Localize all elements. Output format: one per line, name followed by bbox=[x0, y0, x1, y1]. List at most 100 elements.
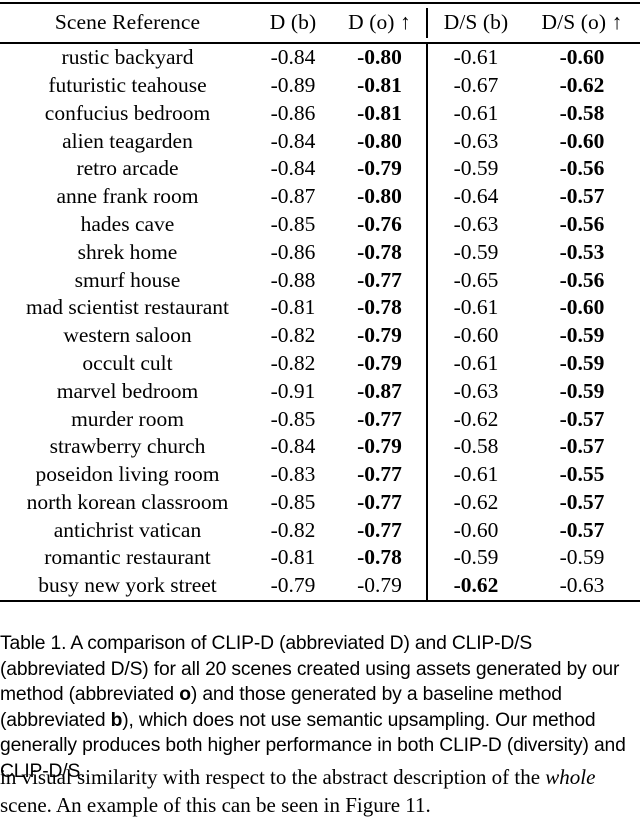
ds-baseline-cell: -0.61 bbox=[453, 295, 499, 320]
ds-ours-cell: -0.59 bbox=[559, 350, 605, 375]
ds-ours-cell: -0.57 bbox=[559, 184, 605, 209]
scene-name-cell: busy new york street bbox=[38, 573, 217, 598]
d-baseline-cell: -0.79 bbox=[270, 573, 316, 598]
scene-name-cell: rustic backyard bbox=[61, 45, 194, 70]
column-header-scene: Scene Reference bbox=[54, 10, 201, 35]
d-baseline-cell: -0.87 bbox=[270, 184, 316, 209]
ds-baseline-cell: -0.59 bbox=[453, 156, 499, 181]
scene-name-cell: hades cave bbox=[80, 211, 175, 236]
ds-ours-cell: -0.57 bbox=[559, 489, 605, 514]
scene-name-cell: north korean classroom bbox=[26, 489, 229, 514]
scene-name-cell: shrek home bbox=[77, 239, 178, 264]
d-baseline-cell: -0.82 bbox=[270, 517, 316, 542]
ds-ours-cell: -0.58 bbox=[559, 100, 605, 125]
ds-ours-cell: -0.56 bbox=[559, 156, 605, 181]
ds-ours-cell: -0.59 bbox=[559, 323, 605, 348]
table-row: rustic backyard -0.84 -0.80 -0.61 -0.60 bbox=[0, 44, 640, 73]
ds-ours-cell: -0.59 bbox=[559, 378, 605, 403]
d-ours-cell: -0.76 bbox=[331, 209, 428, 240]
d-ours-cell: -0.77 bbox=[331, 265, 428, 295]
d-baseline-cell: -0.84 bbox=[270, 156, 316, 181]
table-row: hades cave -0.85 -0.76 -0.63 -0.56 bbox=[0, 209, 640, 240]
table-row: western saloon -0.82 -0.79 -0.60 -0.59 bbox=[0, 320, 640, 351]
d-baseline-cell: -0.84 bbox=[270, 434, 316, 459]
table-body: rustic backyard -0.84 -0.80 -0.61 -0.60 futur… bbox=[0, 44, 640, 600]
d-baseline-cell: -0.89 bbox=[270, 72, 316, 97]
d-baseline-cell: -0.85 bbox=[270, 211, 316, 236]
scene-name-cell: confucius bedroom bbox=[44, 100, 211, 125]
table-header: Scene Reference D (b) D (o) ↑ D/S (b) D/… bbox=[0, 4, 640, 42]
table-row: anne frank room -0.87 -0.80 -0.64 -0.57 bbox=[0, 181, 640, 212]
ds-baseline-cell: -0.64 bbox=[453, 184, 499, 209]
ds-baseline-cell: -0.60 bbox=[453, 517, 499, 542]
d-ours-cell: -0.79 bbox=[331, 320, 428, 351]
ds-baseline-cell: -0.61 bbox=[453, 100, 499, 125]
ds-baseline-cell: -0.58 bbox=[453, 434, 499, 459]
d-baseline-cell: -0.82 bbox=[270, 323, 316, 348]
ds-baseline-cell: -0.63 bbox=[453, 378, 499, 403]
d-baseline-cell: -0.86 bbox=[270, 100, 316, 125]
d-baseline-cell: -0.85 bbox=[270, 406, 316, 431]
column-header-ds-o: D/S (o) ↑ bbox=[541, 10, 623, 35]
d-ours-cell: -0.78 bbox=[331, 237, 428, 268]
ds-ours-cell: -0.63 bbox=[559, 573, 605, 598]
ds-ours-cell: -0.57 bbox=[559, 406, 605, 431]
scene-name-cell: occult cult bbox=[82, 350, 173, 375]
ds-baseline-cell: -0.65 bbox=[453, 267, 499, 292]
table-row: occult cult -0.82 -0.79 -0.61 -0.59 bbox=[0, 348, 640, 379]
scene-name-cell: murder room bbox=[71, 406, 184, 431]
ds-ours-cell: -0.59 bbox=[559, 545, 605, 570]
caption-abbrev-b: b bbox=[110, 709, 123, 731]
table-caption: Table 1. A comparison of CLIP-D (abbrevia… bbox=[0, 631, 640, 785]
table-row: murder room -0.85 -0.77 -0.62 -0.57 bbox=[0, 404, 640, 434]
table-row: marvel bedroom -0.91 -0.87 -0.63 -0.59 bbox=[0, 376, 640, 407]
scene-name-cell: strawberry church bbox=[49, 434, 206, 459]
d-baseline-cell: -0.84 bbox=[270, 45, 316, 70]
d-baseline-cell: -0.85 bbox=[270, 489, 316, 514]
results-table-body: rustic backyard -0.84 -0.80 -0.61 -0.60 futur… bbox=[0, 44, 640, 600]
table-row: futuristic teahouse -0.89 -0.81 -0.67 -0.62 bbox=[0, 70, 640, 101]
scene-name-cell: romantic restaurant bbox=[44, 545, 211, 570]
column-header-d-o: D (o) ↑ bbox=[331, 4, 428, 42]
d-baseline-cell: -0.86 bbox=[270, 239, 316, 264]
table-row: antichrist vatican -0.82 -0.77 -0.60 -0.57 bbox=[0, 515, 640, 546]
d-baseline-cell: -0.81 bbox=[270, 295, 316, 320]
ds-ours-cell: -0.57 bbox=[559, 434, 605, 459]
d-baseline-cell: -0.82 bbox=[270, 350, 316, 375]
d-ours-cell: -0.81 bbox=[331, 98, 428, 129]
ds-ours-cell: -0.57 bbox=[559, 517, 605, 542]
d-baseline-cell: -0.91 bbox=[270, 378, 316, 403]
scene-name-cell: antichrist vatican bbox=[53, 517, 202, 542]
d-ours-cell: -0.80 bbox=[331, 44, 428, 73]
scene-name-cell: futuristic teahouse bbox=[48, 72, 207, 97]
table-row: alien teagarden -0.84 -0.80 -0.63 -0.60 bbox=[0, 126, 640, 156]
table-row: busy new york street -0.79 -0.79 -0.62 -0.63 bbox=[0, 571, 640, 600]
ds-ours-cell: -0.56 bbox=[559, 267, 605, 292]
table-row: retro arcade -0.84 -0.79 -0.59 -0.56 bbox=[0, 154, 640, 184]
d-baseline-cell: -0.84 bbox=[270, 128, 316, 153]
ds-baseline-cell: -0.67 bbox=[453, 72, 499, 97]
ds-ours-cell: -0.55 bbox=[559, 462, 605, 487]
d-ours-cell: -0.78 bbox=[331, 293, 428, 323]
d-ours-cell: -0.79 bbox=[331, 432, 428, 462]
table-row: confucius bedroom -0.86 -0.81 -0.61 -0.58 bbox=[0, 98, 640, 129]
scene-name-cell: marvel bedroom bbox=[56, 378, 199, 403]
body-part-1: in visual similarity with respect to the… bbox=[0, 765, 546, 789]
ds-baseline-cell: -0.59 bbox=[453, 545, 499, 570]
ds-baseline-cell: -0.60 bbox=[453, 323, 499, 348]
ds-ours-cell: -0.60 bbox=[559, 128, 605, 153]
ds-baseline-cell: -0.62 bbox=[453, 489, 499, 514]
ds-baseline-cell: -0.61 bbox=[453, 462, 499, 487]
d-baseline-cell: -0.83 bbox=[270, 462, 316, 487]
d-ours-cell: -0.77 bbox=[331, 487, 428, 518]
d-ours-cell: -0.80 bbox=[331, 126, 428, 156]
table-row: poseidon living room -0.83 -0.77 -0.61 -0.55 bbox=[0, 459, 640, 490]
caption-table-number: Table 1. bbox=[0, 633, 67, 654]
column-header-ds-b: D/S (b) bbox=[443, 10, 509, 35]
d-ours-cell: -0.81 bbox=[331, 70, 428, 101]
d-ours-cell: -0.77 bbox=[331, 404, 428, 434]
scene-name-cell: western saloon bbox=[63, 323, 192, 348]
table-row: strawberry church -0.84 -0.79 -0.58 -0.57 bbox=[0, 432, 640, 462]
d-baseline-cell: -0.81 bbox=[270, 545, 316, 570]
d-ours-cell: -0.77 bbox=[331, 459, 428, 490]
